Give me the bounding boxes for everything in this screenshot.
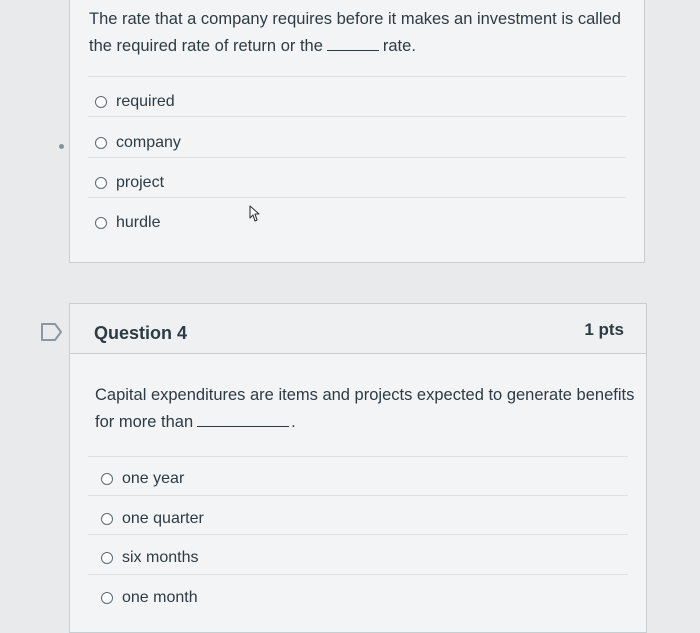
radio-button[interactable] bbox=[95, 137, 107, 149]
radio-button[interactable] bbox=[95, 177, 107, 189]
radio-button[interactable] bbox=[101, 513, 113, 525]
answer-option-project[interactable]: project bbox=[95, 174, 164, 192]
divider bbox=[88, 495, 628, 496]
mouse-pointer-icon bbox=[249, 205, 260, 222]
question-4-text: Capital expenditures are items and proje… bbox=[95, 382, 635, 436]
answer-label: one year bbox=[122, 470, 185, 487]
answer-option-one-month[interactable]: one month bbox=[101, 589, 198, 607]
answer-label: hurdle bbox=[116, 214, 161, 231]
radio-button[interactable] bbox=[101, 552, 113, 564]
side-dot bbox=[59, 144, 64, 149]
answer-option-company[interactable]: company bbox=[95, 134, 181, 152]
question-3-text-after: rate. bbox=[382, 37, 416, 55]
answer-label: one month bbox=[122, 589, 198, 606]
answer-option-hurdle[interactable]: hurdle bbox=[95, 214, 160, 232]
divider bbox=[88, 534, 628, 535]
divider bbox=[88, 456, 628, 457]
divider bbox=[88, 574, 628, 575]
divider bbox=[88, 116, 626, 117]
question-title: Question 4 bbox=[94, 323, 188, 343]
answer-label: required bbox=[116, 93, 175, 110]
question-3-card: The rate that a company requires before … bbox=[69, 0, 645, 263]
radio-button[interactable] bbox=[95, 96, 107, 108]
answer-label: one quarter bbox=[122, 510, 204, 527]
divider bbox=[88, 157, 626, 158]
question-points: 1 pts bbox=[584, 320, 624, 339]
answer-label: project bbox=[116, 174, 165, 191]
radio-button[interactable] bbox=[101, 473, 113, 485]
question-3-text: The rate that a company requires before … bbox=[89, 6, 629, 60]
question-4-blank bbox=[197, 412, 290, 427]
question-3-blank bbox=[326, 36, 379, 51]
divider bbox=[88, 197, 626, 198]
divider bbox=[88, 76, 626, 77]
flag-question-icon[interactable] bbox=[40, 322, 64, 342]
answer-option-one-year[interactable]: one year bbox=[101, 470, 184, 488]
question-4-text-before: Capital expenditures are items and proje… bbox=[95, 386, 635, 431]
answer-option-six-months[interactable]: six months bbox=[101, 549, 198, 567]
answer-option-one-quarter[interactable]: one quarter bbox=[101, 510, 204, 528]
radio-button[interactable] bbox=[101, 592, 113, 604]
question-4-text-after: . bbox=[291, 413, 296, 431]
radio-button[interactable] bbox=[95, 217, 107, 229]
question-4-header: Question 4 1 pts bbox=[70, 304, 646, 354]
question-4-card: Question 4 1 pts Capital expenditures ar… bbox=[69, 303, 647, 633]
answer-option-required[interactable]: required bbox=[95, 93, 175, 111]
answer-label: six months bbox=[122, 549, 199, 566]
answer-label: company bbox=[116, 134, 181, 151]
